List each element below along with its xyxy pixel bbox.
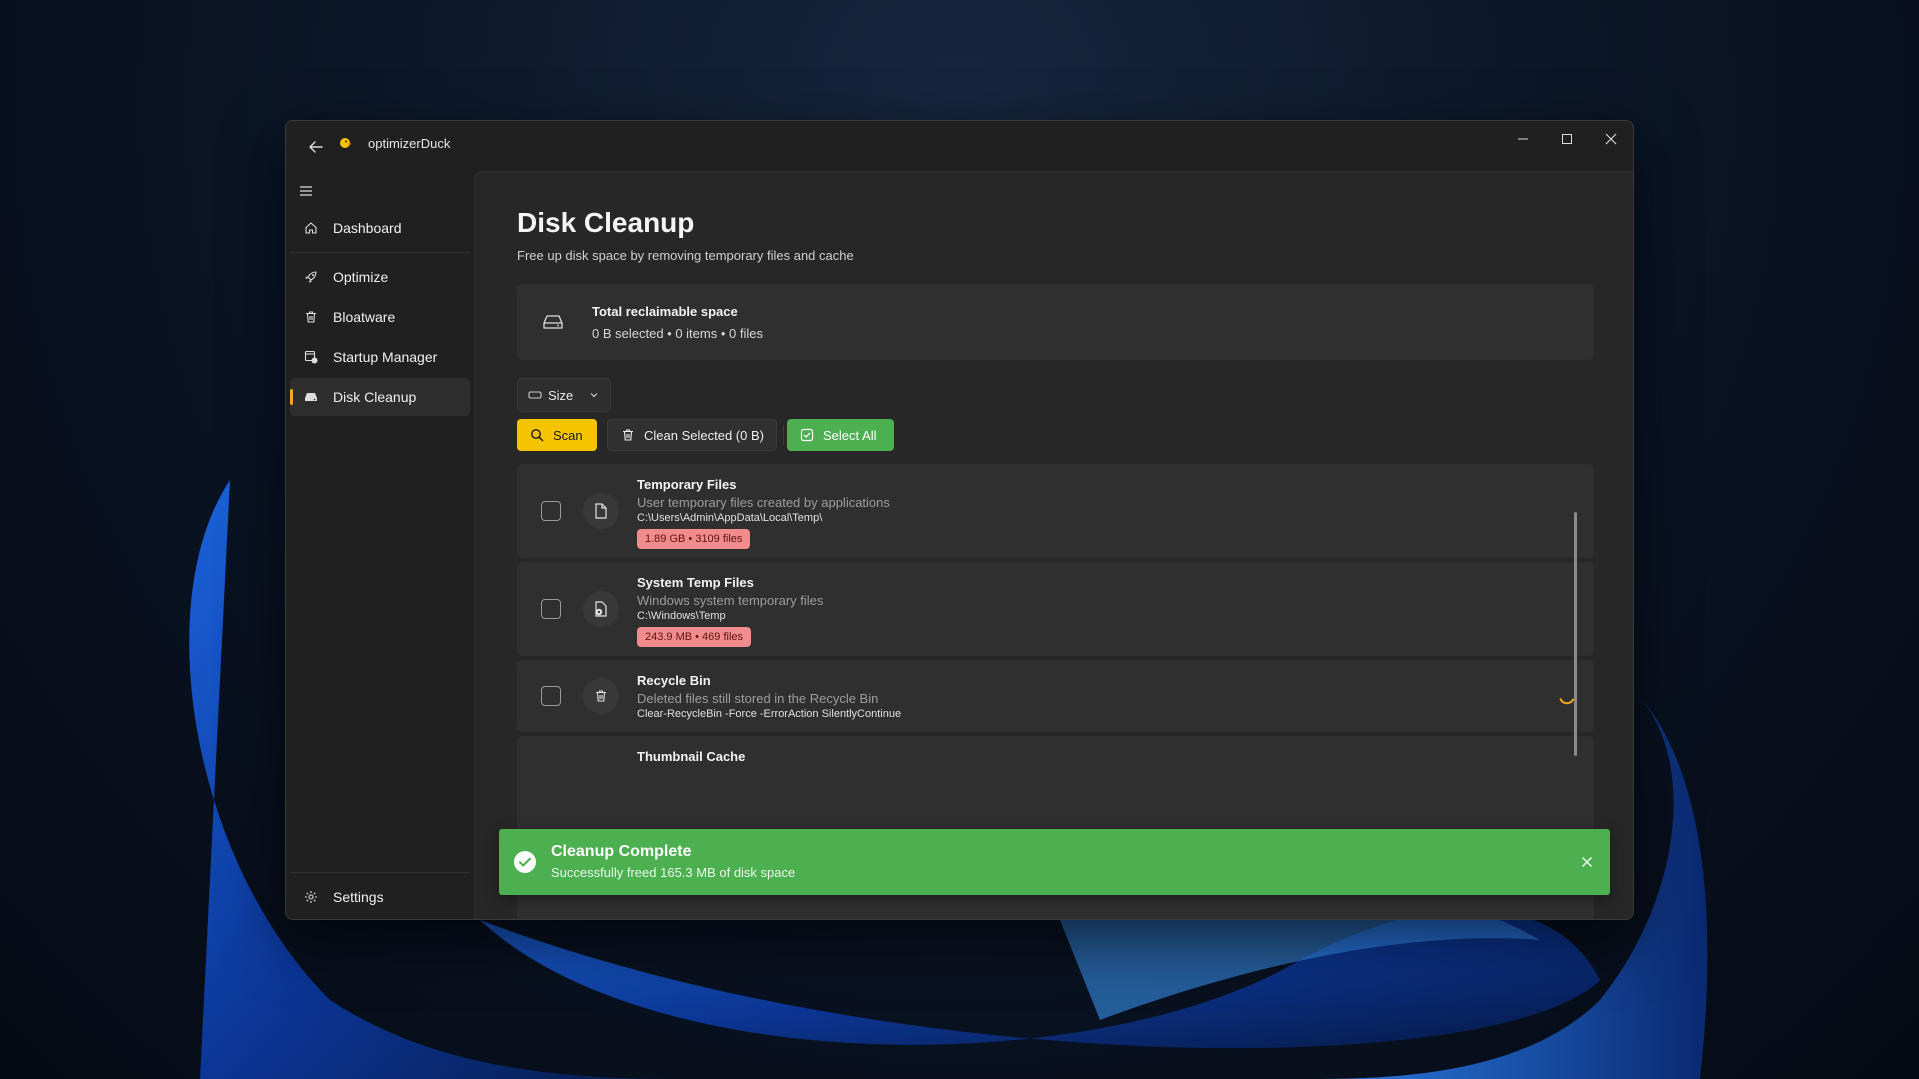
cleanup-complete-toast: Cleanup Complete Successfully freed 165.…: [499, 829, 1610, 895]
clean-selected-button[interactable]: Clean Selected (0 B): [607, 419, 777, 451]
duck-logo-icon: [340, 138, 352, 148]
toast-close-button[interactable]: [1578, 853, 1596, 871]
list-item-recycle-bin[interactable]: Recycle Bin Deleted files still stored i…: [517, 660, 1594, 732]
item-title: Thumbnail Cache: [637, 749, 746, 764]
item-checkbox[interactable]: [541, 686, 561, 706]
select-all-label: Select All: [823, 427, 877, 443]
home-icon: [303, 220, 319, 236]
toast-title: Cleanup Complete: [551, 843, 692, 860]
sidebar: Dashboard Optimize Bloatware Startup Man…: [286, 171, 474, 919]
item-path: C:\Windows\Temp: [637, 610, 726, 622]
sidebar-item-label: Disk Cleanup: [333, 389, 417, 405]
sort-dropdown[interactable]: Size: [517, 378, 611, 412]
item-checkbox[interactable]: [541, 501, 561, 521]
maximize-icon: [1562, 134, 1572, 144]
menu-toggle-button[interactable]: [298, 183, 318, 203]
back-button[interactable]: [302, 133, 330, 161]
app-window: optimizerDuck Dashboard Optimize Bloatwa…: [285, 120, 1634, 920]
item-title: Recycle Bin: [637, 673, 711, 688]
item-size-badge: 1.89 GB • 3109 files: [637, 529, 751, 549]
list-scrollbar[interactable]: [1574, 512, 1577, 756]
gear-icon: [303, 889, 319, 905]
app-title: optimizerDuck: [368, 136, 451, 151]
clean-selected-label: Clean Selected (0 B): [644, 427, 764, 443]
main-content: Disk Cleanup Free up disk space by remov…: [474, 171, 1633, 919]
list-item-system-temp-files[interactable]: System Temp Files Windows system tempora…: [517, 562, 1594, 656]
maximize-button[interactable]: [1545, 123, 1589, 155]
close-icon: [1582, 857, 1592, 867]
sidebar-item-optimize[interactable]: Optimize: [290, 258, 470, 296]
toast-message: Successfully freed 165.3 MB of disk spac…: [551, 865, 796, 880]
rocket-icon: [303, 269, 319, 285]
item-size-badge: 243.9 MB • 469 files: [637, 627, 752, 647]
system-file-icon: [583, 591, 619, 627]
trash-icon: [303, 309, 319, 325]
chevron-down-icon: [590, 393, 598, 398]
check-circle-icon: [514, 851, 536, 873]
sidebar-item-startup-manager[interactable]: Startup Manager: [290, 338, 470, 376]
minimize-button[interactable]: [1501, 123, 1545, 155]
sidebar-item-label: Dashboard: [333, 220, 402, 236]
sidebar-item-disk-cleanup[interactable]: Disk Cleanup: [290, 378, 470, 416]
item-path: C:\Users\Admin\AppData\Local\Temp\: [637, 512, 823, 524]
close-icon: [1605, 133, 1617, 145]
item-description: User temporary files created by applicat…: [637, 495, 890, 510]
toolbar-divider: [783, 425, 784, 445]
search-icon: [529, 427, 545, 443]
scan-button[interactable]: Scan: [517, 419, 597, 451]
select-all-button[interactable]: Select All: [787, 419, 894, 451]
file-icon: [583, 493, 619, 529]
sidebar-item-dashboard[interactable]: Dashboard: [290, 209, 470, 247]
settings-label: Settings: [333, 889, 384, 905]
item-command: Clear-RecycleBin -Force -ErrorAction Sil…: [637, 708, 902, 720]
scan-label: Scan: [553, 427, 583, 443]
item-description: Windows system temporary files: [637, 593, 824, 608]
recycle-bin-icon: [583, 678, 619, 714]
hamburger-icon: [300, 186, 312, 196]
title-bar: optimizerDuck: [286, 121, 1633, 171]
minimize-icon: [1518, 138, 1528, 140]
reclaimable-summary-card: Total reclaimable space 0 B selected • 0…: [517, 284, 1594, 360]
startup-app-icon: [303, 349, 319, 365]
item-title: Temporary Files: [637, 477, 737, 492]
sidebar-divider: [290, 252, 470, 253]
trash-icon: [620, 427, 636, 443]
sidebar-divider: [290, 872, 470, 873]
hard-drive-icon: [543, 315, 563, 329]
sidebar-item-label: Startup Manager: [333, 349, 438, 365]
summary-title: Total reclaimable space: [592, 304, 738, 319]
sort-dropdown-value: Size: [548, 387, 574, 403]
page-subtitle: Free up disk space by removing temporary…: [517, 248, 854, 263]
item-description: Deleted files still stored in the Recycl…: [637, 691, 879, 706]
sidebar-item-label: Optimize: [333, 269, 389, 285]
drive-small-icon: [528, 391, 542, 399]
close-button[interactable]: [1589, 123, 1633, 155]
sidebar-item-label: Bloatware: [333, 309, 396, 325]
sidebar-item-settings[interactable]: Settings: [290, 878, 470, 916]
sidebar-item-bloatware[interactable]: Bloatware: [290, 298, 470, 336]
page-title: Disk Cleanup: [517, 207, 695, 238]
drive-icon: [303, 389, 319, 405]
list-item-temporary-files[interactable]: Temporary Files User temporary files cre…: [517, 464, 1594, 558]
item-title: System Temp Files: [637, 575, 754, 590]
checkbox-checked-icon: [799, 427, 815, 443]
item-checkbox[interactable]: [541, 599, 561, 619]
arrow-left-icon: [309, 141, 323, 153]
summary-detail: 0 B selected • 0 items • 0 files: [592, 326, 763, 341]
